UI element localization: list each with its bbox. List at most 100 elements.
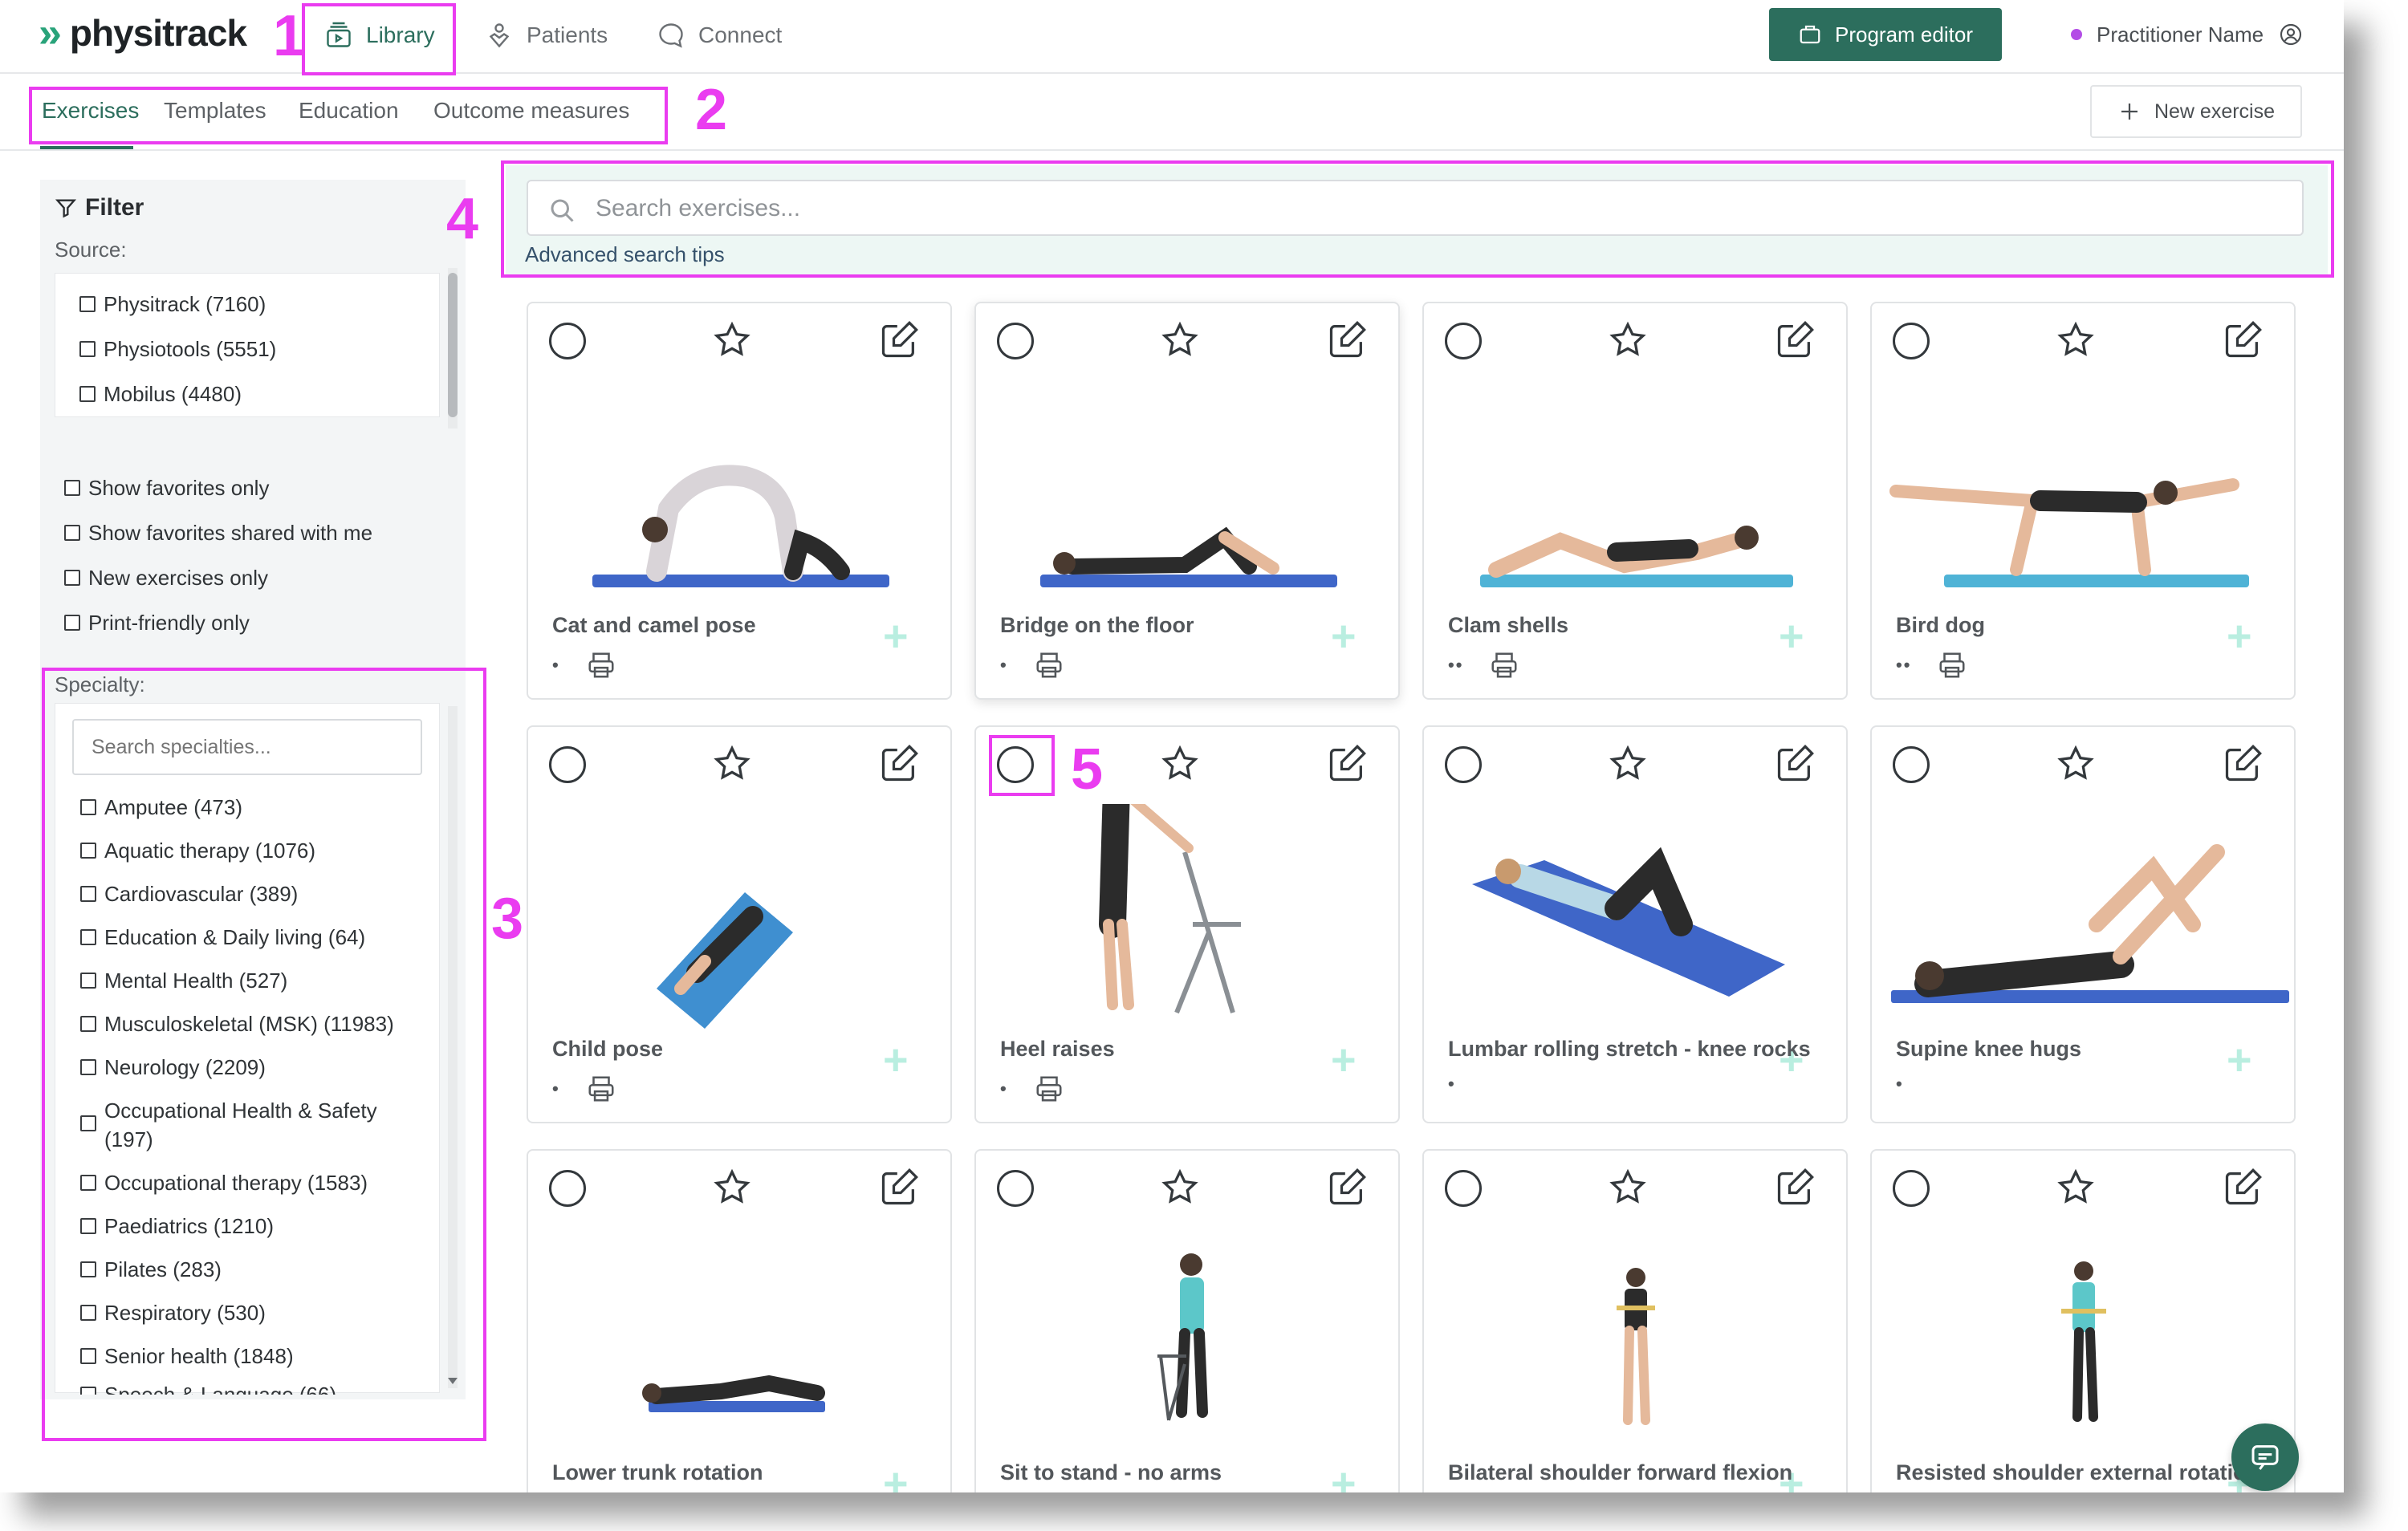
star-icon[interactable]	[2055, 743, 2097, 785]
select-circle-icon[interactable]	[1445, 746, 1482, 783]
print-icon[interactable]	[586, 1074, 616, 1104]
toggle-print-friendly[interactable]: Print-friendly only	[64, 608, 250, 637]
star-icon[interactable]	[1607, 1167, 1649, 1208]
select-circle-icon[interactable]	[1893, 1170, 1930, 1207]
exercise-card[interactable]: + Bilateral shoulder forward flexion	[1422, 1149, 1848, 1492]
star-icon[interactable]	[711, 319, 753, 361]
print-icon[interactable]	[1034, 650, 1064, 680]
star-icon[interactable]	[711, 743, 753, 785]
checkbox[interactable]	[79, 386, 96, 402]
exercise-meta: •	[1000, 650, 1064, 680]
add-to-program-plus-icon[interactable]: +	[1331, 1035, 1357, 1085]
filter-icon	[55, 199, 77, 218]
star-icon[interactable]	[2055, 1167, 2097, 1208]
star-icon[interactable]	[2055, 319, 2097, 361]
edit-icon[interactable]	[1774, 743, 1816, 785]
star-icon[interactable]	[1607, 743, 1649, 785]
nav-connect[interactable]: Connect	[657, 0, 782, 71]
select-circle-icon[interactable]	[1893, 746, 1930, 783]
edit-icon[interactable]	[1326, 1167, 1368, 1208]
edit-icon[interactable]	[2222, 1167, 2264, 1208]
source-checkbox-physiotools[interactable]: Physiotools (5551)	[79, 335, 276, 363]
select-circle-icon[interactable]	[997, 323, 1034, 359]
add-to-program-plus-icon[interactable]: +	[2227, 611, 2252, 661]
select-circle-icon[interactable]	[549, 1170, 586, 1207]
help-chat-button[interactable]	[2231, 1423, 2299, 1491]
select-circle-icon[interactable]	[1893, 323, 1930, 359]
star-icon[interactable]	[1159, 743, 1201, 785]
checkbox[interactable]	[79, 296, 96, 312]
exercise-name: Clam shells	[1448, 613, 1569, 637]
checkbox[interactable]	[64, 525, 80, 541]
print-icon[interactable]	[1489, 650, 1519, 680]
checkbox-label: Show favorites shared with me	[88, 521, 373, 545]
print-icon[interactable]	[1034, 1074, 1064, 1104]
difficulty-dots: •	[552, 1078, 560, 1099]
exercise-card[interactable]: + Lumbar rolling stretch - knee rocks •	[1422, 725, 1848, 1123]
exercise-image: +	[984, 774, 1393, 1084]
difficulty-dots: •	[1000, 655, 1008, 675]
nav-patients-label: Patients	[527, 22, 608, 47]
source-scroll-thumb[interactable]	[448, 273, 458, 417]
edit-icon[interactable]	[878, 319, 920, 361]
edit-icon[interactable]	[1326, 319, 1368, 361]
edit-icon[interactable]	[878, 743, 920, 785]
checkbox-label: Physiotools (5551)	[104, 337, 277, 361]
print-icon[interactable]	[586, 650, 616, 680]
exercise-name: Resisted shoulder external rotation	[1896, 1460, 2260, 1484]
add-to-program-plus-icon[interactable]: +	[2227, 1035, 2252, 1085]
program-editor-button[interactable]: Program editor	[1769, 8, 2002, 61]
practitioner-menu[interactable]: Practitioner Name	[2071, 14, 2304, 55]
exercise-card[interactable]: + Bird dog ••	[1870, 302, 2296, 700]
exercise-card[interactable]: + Child pose •	[527, 725, 952, 1123]
add-to-program-plus-icon[interactable]: +	[883, 1459, 909, 1492]
select-circle-icon[interactable]	[1445, 1170, 1482, 1207]
add-to-program-plus-icon[interactable]: +	[883, 1035, 909, 1085]
annotation-number-2: 2	[695, 78, 728, 142]
toggle-favorites-shared[interactable]: Show favorites shared with me	[64, 518, 372, 547]
checkbox[interactable]	[79, 341, 96, 357]
exercise-card[interactable]: + Resisted shoulder external rotation	[1870, 1149, 2296, 1492]
brand-logo[interactable]: » physitrack	[39, 5, 247, 61]
source-checkbox-mobilus[interactable]: Mobilus (4480)	[79, 380, 242, 408]
checkbox[interactable]	[64, 480, 80, 496]
add-to-program-plus-icon[interactable]: +	[883, 611, 909, 661]
nav-connect-label: Connect	[698, 22, 783, 47]
filter-title: Filter	[55, 194, 144, 221]
chat-bubble-icon	[2251, 1445, 2279, 1470]
select-circle-icon[interactable]	[549, 323, 586, 359]
exercise-card[interactable]: + Cat and camel pose •	[527, 302, 952, 700]
toggle-new-exercises[interactable]: New exercises only	[64, 563, 268, 592]
edit-icon[interactable]	[2222, 743, 2264, 785]
checkbox[interactable]	[64, 615, 80, 631]
add-to-program-plus-icon[interactable]: +	[1331, 1459, 1357, 1492]
edit-icon[interactable]	[2222, 319, 2264, 361]
edit-icon[interactable]	[1774, 319, 1816, 361]
nav-patients[interactable]: Patients	[485, 0, 608, 71]
star-icon[interactable]	[1159, 1167, 1201, 1208]
edit-icon[interactable]	[1774, 1167, 1816, 1208]
add-to-program-plus-icon[interactable]: +	[1331, 611, 1357, 661]
select-circle-icon[interactable]	[1445, 323, 1482, 359]
exercise-card[interactable]: + Lower trunk rotation	[527, 1149, 952, 1492]
edit-icon[interactable]	[1326, 743, 1368, 785]
new-exercise-button[interactable]: New exercise	[2090, 85, 2302, 138]
print-icon[interactable]	[1937, 650, 1967, 680]
exercise-card[interactable]: + Clam shells ••	[1422, 302, 1848, 700]
chat-icon	[659, 23, 683, 48]
exercise-card[interactable]: + Bridge on the floor •	[974, 302, 1400, 700]
edit-icon[interactable]	[878, 1167, 920, 1208]
star-icon[interactable]	[711, 1167, 753, 1208]
star-icon[interactable]	[1159, 319, 1201, 361]
exercise-name: Sit to stand - no arms	[1000, 1460, 1222, 1484]
exercise-card[interactable]: + Sit to stand - no arms	[974, 1149, 1400, 1492]
star-icon[interactable]	[1607, 319, 1649, 361]
toggle-favorites-only[interactable]: Show favorites only	[64, 473, 269, 502]
select-circle-icon[interactable]	[997, 1170, 1034, 1207]
source-checkbox-physitrack[interactable]: Physitrack (7160)	[79, 290, 266, 319]
checkbox[interactable]	[64, 570, 80, 586]
annotation-box-specialty	[42, 668, 486, 1441]
add-to-program-plus-icon[interactable]: +	[1779, 611, 1804, 661]
exercise-card[interactable]: + Supine knee hugs •	[1870, 725, 2296, 1123]
select-circle-icon[interactable]	[549, 746, 586, 783]
